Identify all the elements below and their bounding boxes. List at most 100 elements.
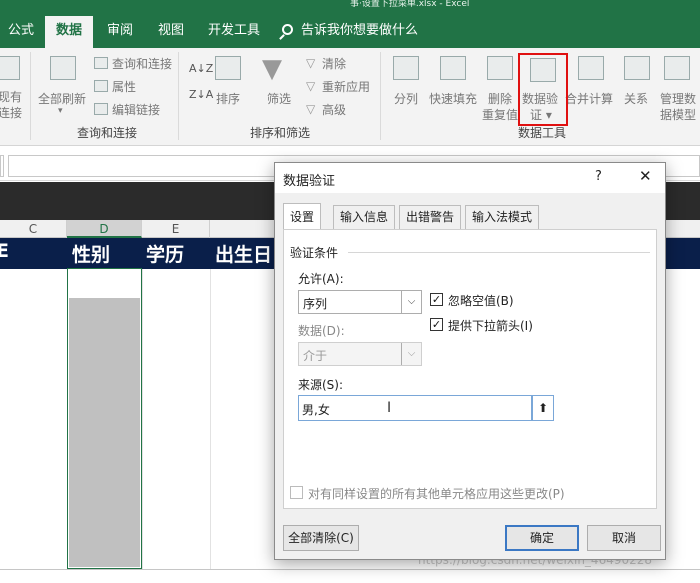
close-icon[interactable]: ✕ [639,167,652,185]
properties-icon [94,80,108,92]
chevron-down-icon: ⌵ [401,343,421,365]
group-label-sort: 排序和筛选 [250,126,311,140]
data-value: 介于 [303,349,328,363]
chevron-down-icon: ⌵ [401,291,421,313]
relationships-button[interactable]: 关系 [624,90,648,107]
data-model-label-1[interactable]: 管理数 [660,90,696,107]
edit-links-icon [94,103,108,115]
existing-connections-icon [0,56,20,80]
sort-asc-button[interactable]: A↓Z [189,62,213,75]
tab-data[interactable]: 数据 [45,16,93,48]
ribbon: 现有 连接 全部刷新 ▾ 查询和连接 属性 编辑链接 查询和连接 A↓Z Z↓A… [0,48,700,146]
tab-ime-mode[interactable]: 输入法模式 [465,205,540,229]
text-cursor-icon: I [387,400,392,416]
flash-fill-button[interactable]: 快速填充 [429,90,477,107]
reapply-icon: ▽ [306,79,316,93]
tab-view[interactable]: 视图 [150,16,192,48]
column-header-c[interactable]: C [0,220,67,238]
tab-input-message[interactable]: 输入信息 [333,205,396,229]
ok-button[interactable]: 确定 [505,525,579,551]
data-model-icon [664,56,690,80]
data-label: 数据(D): [298,324,345,338]
title-bar: 事·设置下拉菜单.xlsx - Excel [0,0,700,10]
name-box[interactable] [0,155,4,177]
sort-icon [215,56,241,80]
clear-button[interactable]: 清除 [322,55,346,72]
flash-fill-icon [440,56,466,80]
column-header-e[interactable]: E [142,220,210,238]
table-header-partial: E [0,240,9,262]
properties-button[interactable]: 属性 [112,78,136,95]
queries-connections-button[interactable]: 查询和连接 [112,55,172,72]
table-header-education[interactable]: 学历 [146,240,184,267]
ribbon-separator [30,52,31,140]
ribbon-tab-bar: 公式 数据 审阅 视图 开发工具 告诉我你想要做什么 [0,10,700,48]
tell-me-search[interactable]: 告诉我你想要做什么 [282,16,418,48]
tab-settings[interactable]: 设置 [283,203,322,229]
existing-connections-label-1[interactable]: 现有 [0,88,22,105]
gridline [210,269,211,569]
section-title: 验证条件 [290,246,339,260]
ignore-blank-label[interactable]: 忽略空值(B) [448,292,514,309]
settings-panel: 验证条件 允许(A): 序列 ⌵ ✓ 忽略空值(B) ✓ 提供下拉箭头(I) 数… [283,229,657,509]
collapse-dialog-button[interactable]: ⬆ [532,395,554,421]
dropdown-arrow-label[interactable]: 提供下拉箭头(I) [448,317,533,334]
section-divider [348,252,650,253]
data-validation-dialog: 数据验证 ? ✕ 设置 输入信息 出错警告 输入法模式 验证条件 允许(A): … [274,162,666,560]
clear-all-button[interactable]: 全部清除(C) [283,525,359,551]
upload-arrow-icon: ⬆ [537,401,549,415]
ribbon-separator [178,52,179,140]
source-label: 来源(S): [298,378,344,392]
cancel-button[interactable]: 取消 [587,525,661,551]
allow-value: 序列 [303,297,328,311]
gridline [142,269,143,569]
allow-select[interactable]: 序列 ⌵ [298,290,422,314]
ribbon-separator [380,52,381,140]
selected-range[interactable] [67,268,142,569]
group-label-queries: 查询和连接 [77,126,138,140]
queries-icon [94,57,108,69]
advanced-button[interactable]: 高级 [322,101,346,118]
apply-all-checkbox[interactable] [290,486,303,499]
tab-formulas[interactable]: 公式 [0,16,42,48]
filter-icon: ▼ [262,54,282,84]
column-header-d[interactable]: D [67,220,142,238]
tab-developer[interactable]: 开发工具 [200,16,268,48]
filter-button[interactable]: 筛选 [267,90,291,107]
ignore-blank-checkbox[interactable]: ✓ [430,293,443,306]
window-title: 事·设置下拉菜单.xlsx - Excel [350,0,470,9]
tab-error-alert[interactable]: 出错警告 [399,205,462,229]
data-model-label-2[interactable]: 据模型 [660,106,696,123]
refresh-all-icon [50,56,76,80]
relationships-icon [624,56,650,80]
remove-duplicates-label-1[interactable]: 删除 [488,90,512,107]
sort-button[interactable]: 排序 [216,90,240,107]
advanced-icon: ▽ [306,102,316,116]
split-columns-button[interactable]: 分列 [394,90,418,107]
consolidate-icon [578,56,604,80]
apply-all-label[interactable]: 对有同样设置的所有其他单元格应用这些更改(P) [308,485,565,502]
sort-desc-button[interactable]: Z↓A [189,88,213,101]
refresh-all-button[interactable]: 全部刷新 [38,90,86,107]
group-label-data-tools: 数据工具 [518,126,567,140]
dropdown-arrow-checkbox[interactable]: ✓ [430,318,443,331]
data-validation-highlight [518,53,568,126]
existing-connections-label-2[interactable]: 连接 [0,104,22,121]
help-button[interactable]: ? [595,169,602,184]
source-input[interactable]: 男,女 I [298,395,532,421]
search-icon [282,24,293,35]
remove-duplicates-icon [487,56,513,80]
tab-review[interactable]: 审阅 [99,16,141,48]
selected-range-fill [69,298,140,567]
consolidate-button[interactable]: 合并计算 [565,90,613,107]
reapply-button[interactable]: 重新应用 [322,78,370,95]
source-value: 男,女 [302,403,330,417]
remove-duplicates-label-2[interactable]: 重复值 [482,106,518,123]
split-columns-icon [393,56,419,80]
data-select[interactable]: 介于 ⌵ [298,342,422,366]
edit-links-button[interactable]: 编辑链接 [112,101,160,118]
table-header-birthdate[interactable]: 出生日 [215,240,272,267]
sheet-bottom-border [0,569,700,570]
table-header-gender[interactable]: 性别 [72,240,110,267]
chevron-down-icon: ▾ [58,106,63,116]
